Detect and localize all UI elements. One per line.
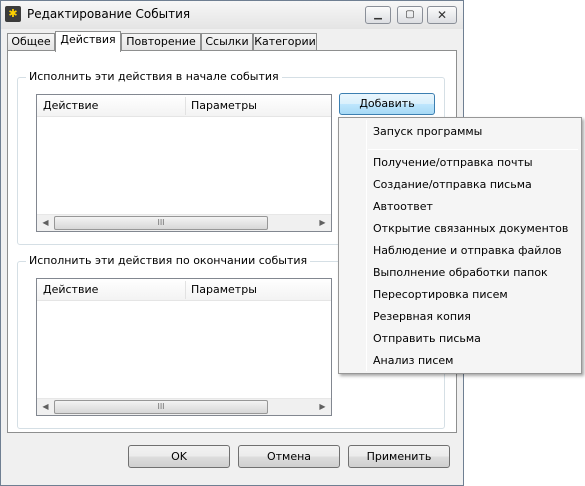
ok-button[interactable]: OK: [128, 445, 230, 468]
menu-item-watch-send-files[interactable]: Наблюдение и отправка файлов: [373, 244, 562, 257]
start-actions-legend: Исполнить эти действия в начале события: [26, 70, 282, 83]
menu-item-process-folders[interactable]: Выполнение обработки папок: [373, 266, 548, 279]
list-header: Действие Параметры: [37, 279, 331, 301]
menu-item-send-receive[interactable]: Получение/отправка почты: [373, 156, 533, 169]
menu-item-send-letters[interactable]: Отправить письма: [373, 332, 481, 345]
menu-item-open-linked-docs[interactable]: Открытие связанных документов: [373, 222, 568, 235]
scroll-thumb[interactable]: III: [54, 400, 268, 414]
tab-recurrence[interactable]: Повторение: [121, 33, 201, 51]
horizontal-scrollbar[interactable]: ◀ III ▶: [37, 214, 331, 231]
column-divider[interactable]: [185, 97, 186, 115]
start-actions-list[interactable]: Действие Параметры ◀ III ▶: [36, 94, 332, 232]
tab-categories[interactable]: Категории: [253, 33, 317, 51]
menu-separator: [368, 149, 578, 150]
tab-general[interactable]: Общее: [7, 33, 55, 51]
add-action-button[interactable]: Добавить: [339, 93, 435, 115]
column-action[interactable]: Действие: [43, 99, 98, 112]
title-bar[interactable]: ✱ Редактирование События ▁ ▢ ✕: [1, 1, 463, 29]
close-button[interactable]: ✕: [427, 6, 457, 24]
scroll-right-icon[interactable]: ▶: [314, 399, 331, 415]
minimize-button[interactable]: ▁: [365, 6, 391, 24]
maximize-button[interactable]: ▢: [397, 6, 423, 24]
menu-item-resort-letters[interactable]: Пересортировка писем: [373, 288, 508, 301]
menu-item-run-program[interactable]: Запуск программы: [373, 125, 482, 138]
tab-actions[interactable]: Действия: [55, 31, 121, 52]
column-divider[interactable]: [185, 281, 186, 299]
end-actions-list[interactable]: Действие Параметры ◀ III ▶: [36, 278, 332, 416]
scroll-left-icon[interactable]: ◀: [37, 215, 54, 231]
menu-item-auto-reply[interactable]: Автоответ: [373, 200, 433, 213]
add-action-menu: Запуск программы Получение/отправка почт…: [338, 117, 582, 374]
menu-item-backup[interactable]: Резервная копия: [373, 310, 471, 323]
tab-links[interactable]: Ссылки: [201, 33, 253, 51]
cancel-button[interactable]: Отмена: [238, 445, 340, 468]
menu-gutter: [366, 120, 367, 371]
list-header: Действие Параметры: [37, 95, 331, 117]
scroll-thumb[interactable]: III: [54, 216, 268, 230]
horizontal-scrollbar[interactable]: ◀ III ▶: [37, 398, 331, 415]
app-icon: ✱: [5, 6, 21, 22]
menu-item-create-send-letter[interactable]: Создание/отправка письма: [373, 178, 532, 191]
column-parameters[interactable]: Параметры: [191, 283, 257, 296]
menu-item-analyze-letters[interactable]: Анализ писем: [373, 354, 453, 367]
column-parameters[interactable]: Параметры: [191, 99, 257, 112]
window-title: Редактирование События: [27, 7, 191, 21]
scroll-left-icon[interactable]: ◀: [37, 399, 54, 415]
apply-button[interactable]: Применить: [348, 445, 450, 468]
scroll-right-icon[interactable]: ▶: [314, 215, 331, 231]
end-actions-legend: Исполнить эти действия по окончании собы…: [26, 254, 311, 267]
column-action[interactable]: Действие: [43, 283, 98, 296]
